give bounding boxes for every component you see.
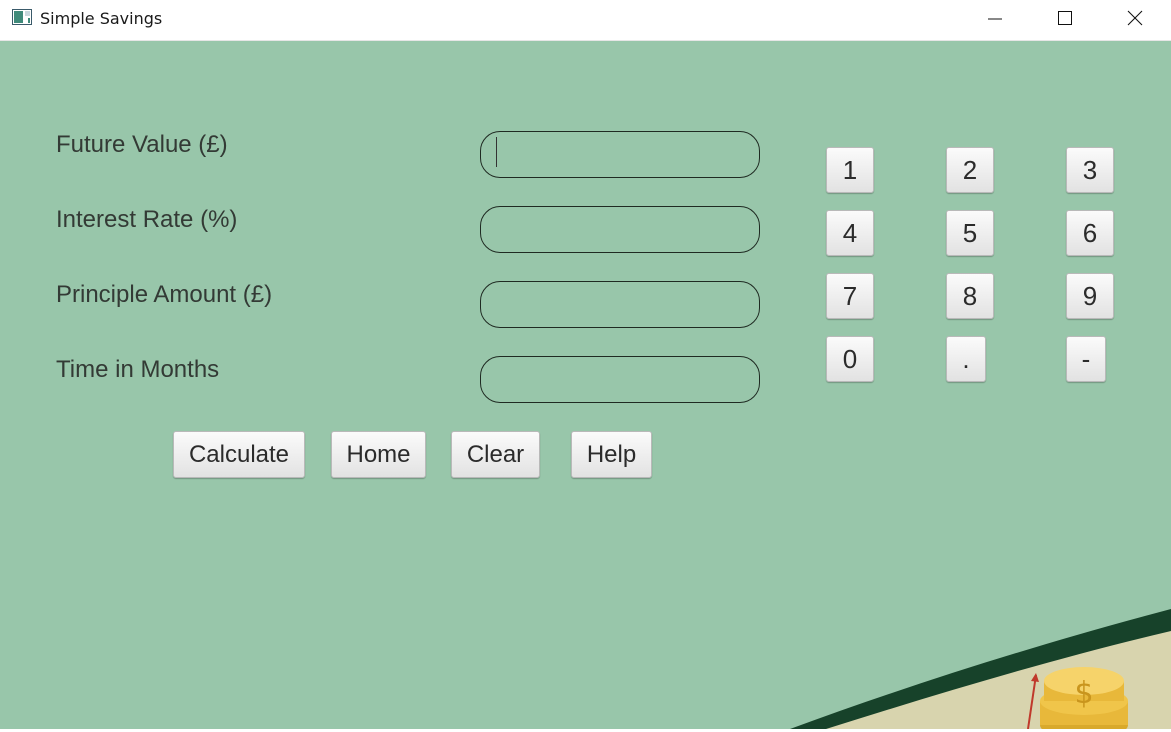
help-button[interactable]: Help bbox=[571, 431, 652, 478]
key-4-button[interactable]: 4 bbox=[826, 210, 874, 256]
principle-amount-input[interactable] bbox=[480, 281, 760, 328]
main-panel: $ Future Value (£) Interest Rate (%) Pri… bbox=[0, 41, 1171, 729]
key-5-button[interactable]: 5 bbox=[946, 210, 994, 256]
key-minus-button[interactable]: - bbox=[1066, 336, 1106, 382]
maximize-icon bbox=[1058, 11, 1072, 25]
principle-amount-label: Principle Amount (£) bbox=[56, 281, 273, 308]
close-icon bbox=[1127, 10, 1143, 26]
key-3-button[interactable]: 3 bbox=[1066, 147, 1114, 193]
future-value-input[interactable] bbox=[480, 131, 760, 178]
key-1-button[interactable]: 1 bbox=[826, 147, 874, 193]
coin-symbol: $ bbox=[1074, 676, 1093, 711]
interest-rate-input[interactable] bbox=[480, 206, 760, 253]
time-in-months-label: Time in Months bbox=[56, 356, 220, 383]
title-bar[interactable]: Simple Savings bbox=[0, 0, 1171, 41]
key-7-button[interactable]: 7 bbox=[826, 273, 874, 319]
calculate-button[interactable]: Calculate bbox=[173, 431, 305, 478]
minimize-button[interactable] bbox=[960, 0, 1030, 36]
time-in-months-input[interactable] bbox=[480, 356, 760, 403]
key-decimal-button[interactable]: . bbox=[946, 336, 986, 382]
key-8-button[interactable]: 8 bbox=[946, 273, 994, 319]
clear-button[interactable]: Clear bbox=[451, 431, 540, 478]
app-window: Simple Savings $ Future Value (£) Intere… bbox=[0, 0, 1171, 732]
app-icon bbox=[12, 9, 32, 25]
coin-stack-icon: $ bbox=[1040, 667, 1128, 729]
interest-rate-label: Interest Rate (%) bbox=[56, 206, 238, 233]
key-2-button[interactable]: 2 bbox=[946, 147, 994, 193]
minimize-icon bbox=[988, 18, 1002, 20]
text-caret bbox=[496, 137, 497, 167]
maximize-button[interactable] bbox=[1030, 0, 1100, 36]
close-button[interactable] bbox=[1100, 0, 1170, 36]
key-0-button[interactable]: 0 bbox=[826, 336, 874, 382]
key-9-button[interactable]: 9 bbox=[1066, 273, 1114, 319]
home-button[interactable]: Home bbox=[331, 431, 426, 478]
future-value-label: Future Value (£) bbox=[56, 131, 228, 158]
window-title: Simple Savings bbox=[40, 9, 163, 28]
key-6-button[interactable]: 6 bbox=[1066, 210, 1114, 256]
